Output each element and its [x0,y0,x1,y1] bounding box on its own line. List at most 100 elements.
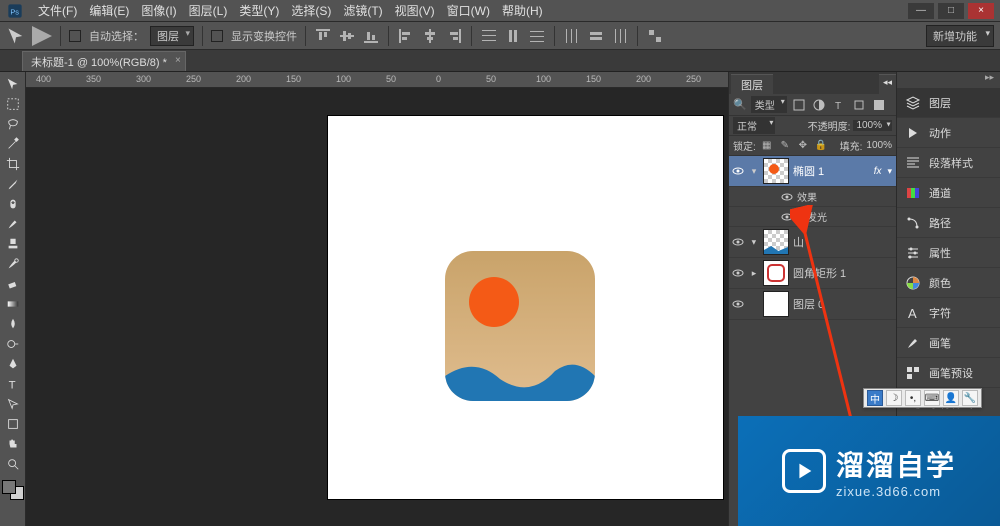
tool-type[interactable]: T [2,374,24,394]
close-button[interactable]: × [968,3,994,19]
panel-icon-paragraph-styles[interactable]: 段落样式 [897,148,1000,178]
expand-icon[interactable]: ▸ [749,268,759,279]
lock-pos-icon[interactable]: ✥ [796,139,810,153]
panel-tab-layers[interactable]: 图层 [731,74,773,94]
opacity-value[interactable]: 100% [853,120,892,131]
align-vcenter-icon[interactable] [338,27,356,45]
dist-top-icon[interactable] [480,27,498,45]
foreground-swatch[interactable] [2,480,16,494]
tool-crop[interactable] [2,154,24,174]
align-top-icon[interactable] [314,27,332,45]
ime-mode-button[interactable]: 中 [867,390,883,406]
tool-heal[interactable] [2,194,24,214]
panel-collapse-icon[interactable]: ◂◂ [879,74,896,94]
layer-thumb[interactable] [763,158,789,184]
panel-icon-color[interactable]: 颜色 [897,268,1000,298]
layer-name[interactable]: 山 [793,234,892,250]
panel-icon-actions[interactable]: 动作 [897,118,1000,148]
menu-type[interactable]: 类型(Y) [233,0,285,21]
filter-shape-icon[interactable] [851,97,867,113]
panel-icon-properties[interactable]: 属性 [897,238,1000,268]
fx-badge[interactable]: fx [874,166,882,177]
align-bottom-icon[interactable] [362,27,380,45]
filter-adjust-icon[interactable] [811,97,827,113]
auto-align-icon[interactable] [646,27,664,45]
menu-window[interactable]: 窗口(W) [441,0,496,21]
tool-move[interactable] [2,74,24,94]
layer-effects-row[interactable]: 效果 [729,187,896,207]
visibility-icon[interactable] [781,211,793,223]
menu-view[interactable]: 视图(V) [389,0,441,21]
menu-filter[interactable]: 滤镜(T) [337,0,388,21]
show-transform-checkbox[interactable] [211,30,223,42]
layer-name[interactable]: 图层 0 [793,296,892,312]
new-feature-dropdown[interactable]: 新增功能 [926,25,994,47]
visibility-icon[interactable] [731,297,745,311]
tool-dodge[interactable] [2,334,24,354]
layer-row-ellipse[interactable]: ▾ 椭圆 1 fx ▾ [729,156,896,187]
lock-trans-icon[interactable]: ▦ [760,139,774,153]
align-right-icon[interactable] [445,27,463,45]
filter-pixel-icon[interactable] [791,97,807,113]
layer-thumb[interactable] [763,260,789,286]
panel-icon-layers[interactable]: 图层 [897,88,1000,118]
dist-vcenter-icon[interactable] [504,27,522,45]
expand-panels-icon[interactable]: ▸▸ [897,72,1000,88]
tool-history-brush[interactable] [2,254,24,274]
tool-pen[interactable] [2,354,24,374]
menu-help[interactable]: 帮助(H) [496,0,549,21]
tool-blur[interactable] [2,314,24,334]
lock-all-icon[interactable]: 🔒 [814,139,828,153]
panel-icon-paths[interactable]: 路径 [897,208,1000,238]
color-swatches[interactable] [0,478,25,502]
panel-icon-brush-presets[interactable]: 画笔预设 [897,358,1000,388]
ime-skin-icon[interactable]: 👤 [943,390,959,406]
panel-icon-brush[interactable]: 画笔 [897,328,1000,358]
tool-shape[interactable] [2,414,24,434]
align-left-icon[interactable] [397,27,415,45]
tool-wand[interactable] [2,134,24,154]
minimize-button[interactable]: — [908,3,934,19]
auto-select-checkbox[interactable] [69,30,81,42]
visibility-icon[interactable] [731,164,745,178]
layer-row-background[interactable]: 图层 0 [729,289,896,320]
tool-eraser[interactable] [2,274,24,294]
close-icon[interactable]: × [175,55,181,66]
tool-path-select[interactable] [2,394,24,414]
menu-file[interactable]: 文件(F) [32,0,83,21]
layer-effect-item[interactable]: 外发光 [729,207,896,227]
tool-stamp[interactable] [2,234,24,254]
submenu-icon[interactable] [32,26,52,46]
filter-smart-icon[interactable] [871,97,887,113]
panel-icon-character[interactable]: A字符 [897,298,1000,328]
canvas[interactable] [328,116,723,499]
layer-row-roundrect[interactable]: ▸ 圆角矩形 1 [729,258,896,289]
expand-icon[interactable]: ▾ [749,166,759,177]
align-hcenter-icon[interactable] [421,27,439,45]
visibility-icon[interactable] [731,266,745,280]
filter-icon[interactable]: 🔍 [733,98,747,111]
tool-hand[interactable] [2,434,24,454]
layer-name[interactable]: 圆角矩形 1 [793,265,892,281]
dist-right-icon[interactable] [611,27,629,45]
ime-moon-icon[interactable]: ☽ [886,390,902,406]
canvas-area[interactable]: 400 350 300 250 200 150 100 50 0 50 100 … [26,72,728,526]
fx-chevron-icon[interactable]: ▾ [887,166,892,177]
dist-hcenter-icon[interactable] [587,27,605,45]
auto-select-dropdown[interactable]: 图层 [150,26,194,46]
tool-lasso[interactable] [2,114,24,134]
dist-bottom-icon[interactable] [528,27,546,45]
menu-layer[interactable]: 图层(L) [183,0,234,21]
panel-icon-channels[interactable]: 通道 [897,178,1000,208]
dist-left-icon[interactable] [563,27,581,45]
lock-pixel-icon[interactable]: ✎ [778,139,792,153]
tool-zoom[interactable] [2,454,24,474]
layer-name[interactable]: 椭圆 1 [793,163,870,179]
ime-punct-icon[interactable]: •, [905,390,921,406]
ime-toolbar[interactable]: 中 ☽ •, ⌨ 👤 🔧 [863,388,982,408]
layer-thumb[interactable] [763,291,789,317]
visibility-icon[interactable] [731,235,745,249]
filter-type-dropdown[interactable]: 类型 [751,96,787,113]
menu-select[interactable]: 选择(S) [285,0,337,21]
layer-thumb[interactable] [763,229,789,255]
